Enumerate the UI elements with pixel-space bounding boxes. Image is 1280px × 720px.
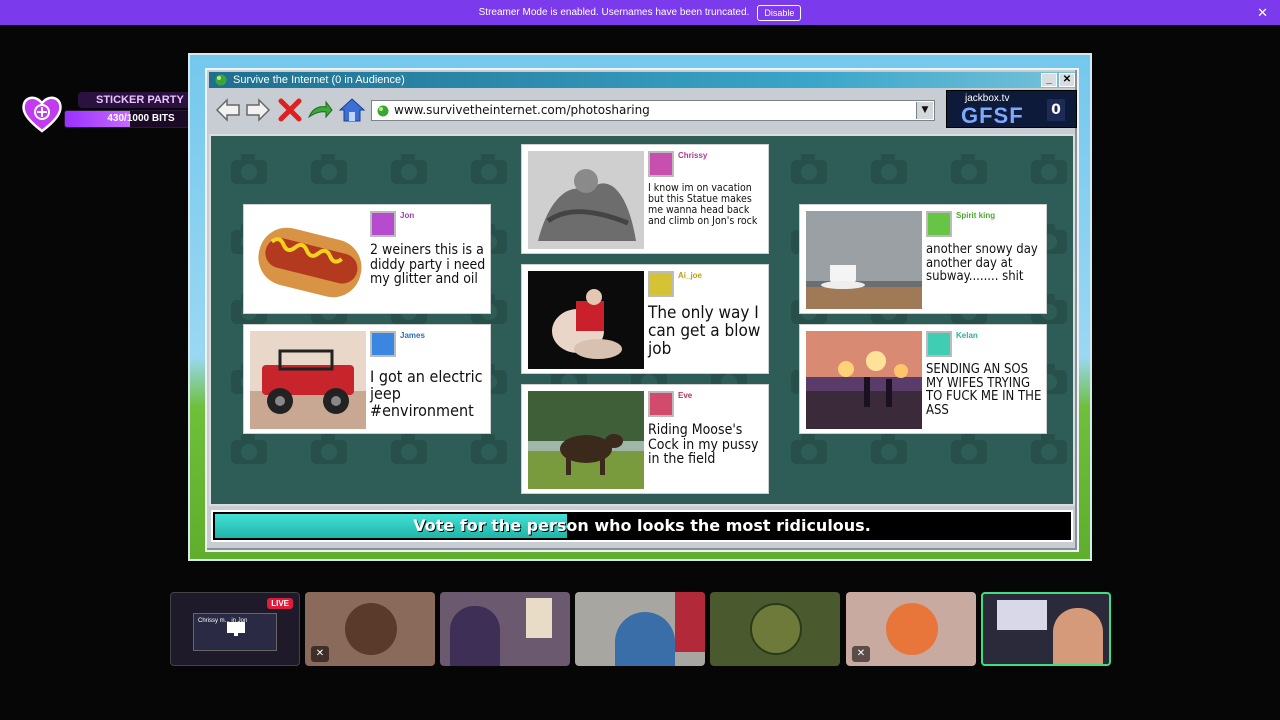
post-caption: 2 weiners this is a diddy party i need m…: [370, 242, 486, 288]
username: Chrissy: [678, 151, 708, 160]
post-caption: I got an electric jeep #environment: [370, 367, 483, 420]
heart-sticker-icon: [22, 96, 62, 133]
jeep-photo: [250, 331, 366, 429]
browser-toolbar: www.survivetheinternet.com/photosharing …: [209, 90, 1077, 130]
user-avatar: [926, 211, 952, 237]
sticker-party-title: STICKER PARTY: [78, 92, 196, 108]
stop-x-icon[interactable]: [277, 97, 303, 123]
room-code-panel: jackbox.tv GFSF 0: [946, 90, 1077, 128]
post-caption: Riding Moose's Cock in my pussy in the f…: [648, 422, 759, 468]
post-caption: I know im on vacation but this Statue ma…: [648, 182, 758, 228]
user-avatar: [648, 271, 674, 297]
wrestling-photo: [528, 271, 644, 369]
globe-icon: [215, 74, 227, 86]
username: Kelan: [956, 331, 978, 340]
webcam-tile-2[interactable]: [440, 592, 570, 666]
participant-figure: [450, 606, 500, 666]
disable-streamer-mode-button[interactable]: Disable: [757, 4, 802, 21]
webcam-tile-active[interactable]: [981, 592, 1111, 666]
muted-mic-icon: ✕: [852, 646, 870, 662]
background-object: [675, 592, 705, 652]
username: Jon: [400, 211, 415, 220]
sticker-party-widget: 430/1000 BITS STICKER PARTY: [20, 92, 218, 134]
username: Eve: [678, 391, 693, 400]
username: Spirit king: [956, 211, 996, 220]
participant-figure: [615, 612, 675, 666]
participant-figure: [1053, 608, 1103, 664]
sparklers-photo: [806, 331, 922, 429]
room-code: GFSF: [961, 103, 1024, 128]
user-avatar: [648, 391, 674, 417]
live-badge: LIVE: [267, 598, 293, 609]
username: Ai_joe: [678, 271, 703, 280]
forward-arrow-icon[interactable]: [245, 97, 271, 123]
user-avatar: [648, 151, 674, 177]
post-card-spirit-king[interactable]: Spirit king another snowy day another da…: [799, 204, 1047, 314]
game-capture-frame: Survive the Internet (0 in Audience) _ ✕: [188, 53, 1092, 561]
post-caption: another snowy day another day at subway.…: [926, 242, 1038, 285]
user-avatar: [370, 331, 396, 357]
hotdog-photo: [250, 211, 366, 309]
home-icon[interactable]: [339, 97, 365, 123]
streamer-mode-banner: Streamer Mode is enabled. Usernames have…: [0, 0, 1280, 25]
monitor-background: [997, 600, 1047, 630]
audience-count: 0: [1047, 99, 1065, 121]
post-card-ai-joe[interactable]: Ai_joe The only way I can get a blow job: [521, 264, 769, 374]
screen-share-tile[interactable]: Chrissy m... in Jon LIVE: [170, 592, 300, 666]
address-bar[interactable]: www.survivetheinternet.com/photosharing …: [371, 100, 935, 121]
close-window-button[interactable]: ✕: [1059, 73, 1075, 87]
webcam-tile-1[interactable]: ✕: [305, 592, 435, 666]
snowy-coffee-photo: [806, 211, 922, 309]
moose-photo: [528, 391, 644, 489]
webcam-tile-3[interactable]: [575, 592, 705, 666]
photo-sharing-board: Jon 2 weiners this is a diddy party i ne…: [209, 134, 1075, 506]
post-card-jon[interactable]: Jon 2 weiners this is a diddy party i ne…: [243, 204, 491, 314]
monitor-icon: [227, 622, 245, 636]
username: James: [400, 331, 425, 340]
post-caption: SENDING AN SOS MY WIFES TRYING TO FUCK M…: [926, 362, 1042, 418]
statue-photo: [528, 151, 644, 249]
participant-avatar: [886, 603, 938, 655]
close-banner-icon[interactable]: ✕: [1257, 5, 1268, 21]
post-card-chrissy[interactable]: Chrissy I know im on vacation but this S…: [521, 144, 769, 254]
refresh-arrow-icon[interactable]: [307, 97, 333, 123]
game-window: Survive the Internet (0 in Audience) _ ✕: [205, 68, 1079, 552]
webcam-tile-4[interactable]: [710, 592, 840, 666]
user-avatar: [370, 211, 396, 237]
globe-icon: [377, 105, 389, 117]
minimize-button[interactable]: _: [1041, 73, 1057, 87]
user-avatar: [926, 331, 952, 357]
vote-status-bar: Vote for the person who looks the most r…: [211, 510, 1073, 542]
address-url: www.survivetheinternet.com/photosharing: [394, 103, 650, 117]
post-caption: The only way I can get a blow job: [648, 303, 761, 359]
window-title: Survive the Internet (0 in Audience): [233, 74, 405, 86]
window-titlebar: Survive the Internet (0 in Audience) _ ✕: [209, 72, 1075, 88]
participant-avatar: [345, 603, 397, 655]
webcam-tile-5[interactable]: ✕: [846, 592, 976, 666]
participant-avatar: [750, 603, 802, 655]
streamer-mode-message: Streamer Mode is enabled. Usernames have…: [478, 7, 750, 18]
vote-prompt: Vote for the person who looks the most r…: [413, 516, 871, 535]
lamp-shape: [526, 598, 552, 638]
post-card-james[interactable]: James I got an electric jeep #environmen…: [243, 324, 491, 434]
post-card-eve[interactable]: Eve Riding Moose's Cock in my pussy in t…: [521, 384, 769, 494]
back-arrow-icon[interactable]: [215, 97, 241, 123]
chevron-down-icon[interactable]: ▼: [916, 102, 933, 119]
post-card-kelan[interactable]: Kelan SENDING AN SOS MY WIFES TRYING TO …: [799, 324, 1047, 434]
muted-mic-icon: ✕: [311, 646, 329, 662]
